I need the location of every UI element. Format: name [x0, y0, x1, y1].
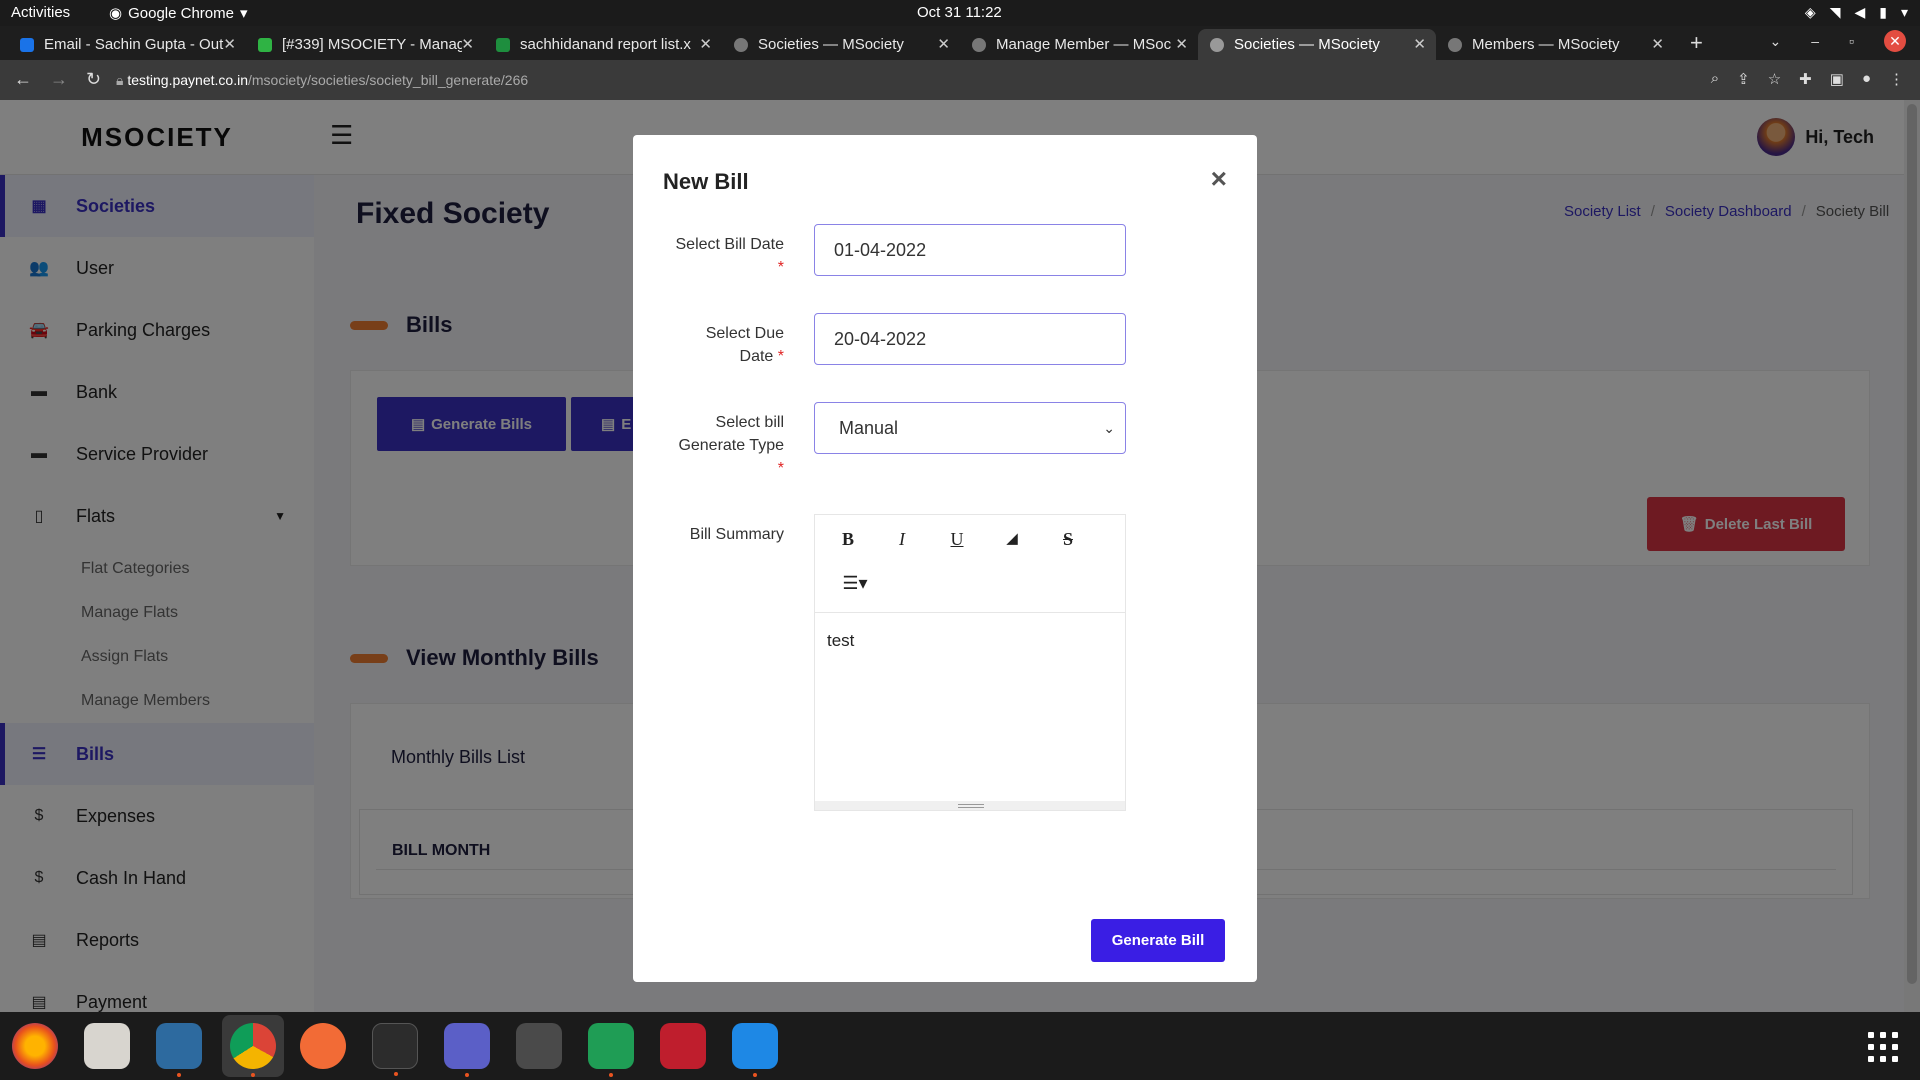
redmine-icon	[258, 37, 272, 52]
activities-button[interactable]: Activities	[11, 4, 70, 21]
wifi-icon: ◥	[1829, 4, 1841, 20]
bill-date-field[interactable]: 01-04-2022	[814, 224, 1126, 276]
required-marker: *	[777, 259, 784, 276]
outlook-icon	[20, 37, 34, 52]
close-icon[interactable]: ✕	[699, 35, 712, 53]
excel-icon	[496, 37, 510, 52]
editor-content[interactable]: test	[815, 613, 1125, 669]
align-dropdown-icon[interactable]: ☰▾	[837, 573, 873, 594]
italic-icon[interactable]: I	[887, 529, 917, 550]
underline-icon[interactable]: U	[942, 529, 972, 550]
tab-manage-member[interactable]: Manage Member — MSoc ✕	[960, 29, 1198, 60]
profile-icon[interactable]: ●	[1862, 70, 1871, 88]
sidepanel-icon[interactable]: ▣	[1830, 70, 1844, 88]
system-tray[interactable]: ◈ ◥ ◀ ▮ ▾	[1805, 4, 1908, 21]
lock-icon: 🔒︎	[116, 72, 124, 88]
bill-summary-editor: B I U ◢ S ☰▾ test	[814, 514, 1126, 811]
globe-icon	[734, 37, 748, 52]
chrome-icon: ◉	[109, 5, 123, 22]
grip-icon	[958, 804, 984, 808]
postman-icon[interactable]	[300, 1023, 346, 1069]
close-icon[interactable]: ✕	[223, 35, 236, 53]
tab-search-icon[interactable]: ⌄	[1770, 33, 1782, 52]
bold-icon[interactable]: B	[833, 529, 863, 550]
files-icon[interactable]	[84, 1023, 130, 1069]
close-icon[interactable]: ✕	[1413, 35, 1426, 53]
system-top-bar: Activities ◉ Google Chrome ▾ Oct 31 11:22 …	[0, 0, 1920, 26]
clock[interactable]: Oct 31 11:22	[917, 4, 1002, 21]
bill-date-label: Select Bill Date *	[675, 236, 785, 276]
teams-icon[interactable]	[444, 1023, 490, 1077]
new-tab-button[interactable]: +	[1690, 30, 1703, 56]
restore-icon[interactable]: ▫	[1849, 33, 1854, 52]
mysql-workbench-icon[interactable]	[156, 1023, 202, 1077]
close-icon[interactable]: ×	[1211, 163, 1227, 195]
filezilla-icon[interactable]	[660, 1023, 706, 1069]
globe-icon	[1448, 37, 1462, 52]
kebab-menu-icon[interactable]: ⋮	[1889, 70, 1904, 88]
address-bar: ← → ↻ 🔒︎ testing.paynet.co.in/msociety/soc…	[0, 60, 1920, 100]
editor-toolbar: B I U ◢ S ☰▾	[815, 515, 1125, 613]
vscode-icon[interactable]	[732, 1023, 778, 1077]
forward-icon[interactable]: →	[50, 69, 68, 90]
firefox-icon[interactable]	[12, 1023, 58, 1069]
sublime-text-icon[interactable]	[516, 1023, 562, 1069]
modal-title: New Bill	[663, 169, 749, 194]
bookmark-star-icon[interactable]: ☆	[1768, 70, 1781, 88]
spreadsheet-icon[interactable]	[588, 1023, 634, 1077]
globe-icon	[972, 37, 986, 52]
strikethrough-icon[interactable]: S	[1053, 529, 1083, 550]
close-window-icon[interactable]: ✕	[1884, 30, 1906, 52]
required-marker: *	[777, 348, 784, 365]
taskbar	[0, 1012, 1920, 1080]
chevron-down-icon: ▾	[239, 5, 248, 22]
share-icon[interactable]: ⇪	[1737, 70, 1750, 88]
tab-societies-active[interactable]: Societies — MSociety ✕	[1198, 29, 1436, 60]
generate-type-select[interactable]: Manual ⌄	[814, 402, 1126, 454]
reload-icon[interactable]: ↻	[86, 69, 101, 90]
tab-members[interactable]: Members — MSociety ✕	[1436, 29, 1674, 60]
new-bill-modal: New Bill × Select Bill Date * 01-04-2022 …	[633, 135, 1257, 982]
generate-type-label: Select bill Generate Type *	[678, 414, 784, 477]
app-menu[interactable]: ◉ Google Chrome ▾	[109, 4, 248, 23]
volume-icon: ◀	[1854, 4, 1866, 20]
battery-icon: ▮	[1879, 4, 1887, 20]
chevron-down-icon: ▾	[1900, 4, 1908, 20]
due-date-field[interactable]: 20-04-2022	[814, 313, 1126, 365]
close-icon[interactable]: ✕	[461, 35, 474, 53]
close-icon[interactable]: ✕	[1651, 35, 1664, 53]
generate-bill-button[interactable]: Generate Bill	[1091, 919, 1225, 962]
app-grid-icon[interactable]	[1868, 1032, 1898, 1062]
globe-icon	[1210, 37, 1224, 52]
tab-sheet[interactable]: sachhidanand report list.x ✕	[484, 29, 722, 60]
back-icon[interactable]: ←	[14, 69, 32, 90]
teams-tray-icon: ◈	[1804, 4, 1816, 20]
editor-resize-handle[interactable]	[815, 801, 1125, 810]
extensions-icon[interactable]: ✚	[1799, 70, 1812, 88]
tab-societies[interactable]: Societies — MSociety ✕	[722, 29, 960, 60]
minimize-icon[interactable]: –	[1811, 33, 1819, 52]
required-marker: *	[777, 460, 784, 477]
due-date-label: Select Due Date *	[705, 325, 784, 365]
bill-summary-label: Bill Summary	[689, 526, 784, 543]
tab-email[interactable]: Email - Sachin Gupta - Out ✕	[8, 29, 246, 60]
chevron-down-icon: ⌄	[1103, 419, 1115, 436]
url-field[interactable]: 🔒︎ testing.paynet.co.in/msociety/societi…	[116, 72, 528, 89]
terminal-icon[interactable]	[372, 1023, 418, 1076]
zoom-icon[interactable]: ⌕	[1711, 70, 1719, 88]
tab-issue[interactable]: [#339] MSOCIETY - Manag ✕	[246, 29, 484, 60]
tab-strip: Email - Sachin Gupta - Out ✕ [#339] MSOCI…	[0, 26, 1920, 60]
chrome-icon[interactable]	[230, 1023, 276, 1077]
eraser-icon[interactable]: ◢	[997, 529, 1027, 547]
close-icon[interactable]: ✕	[937, 35, 950, 53]
close-icon[interactable]: ✕	[1175, 35, 1188, 53]
window-controls: ⌄ – ▫ ✕	[1770, 30, 1906, 52]
